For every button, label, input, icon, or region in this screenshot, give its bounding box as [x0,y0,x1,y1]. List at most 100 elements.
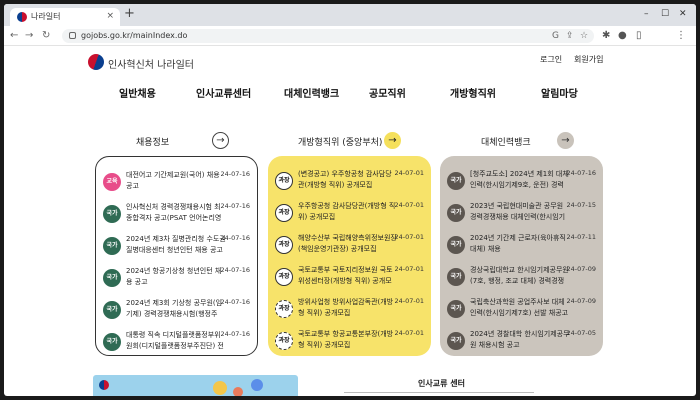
category-badge: 국가 [103,237,121,255]
new-tab-button[interactable]: + [124,7,135,21]
list-item[interactable]: 국가 [청주교도소] 2024년 제1회 대체인력(한시임기제9호, 운전) 경… [446,166,597,197]
category-badge: 국가 [103,205,121,223]
list-item[interactable]: 국가 인사혁신처 경력경쟁채용시험 최종합격자 공고(PSAT 언어논리영역, … [102,199,251,230]
category-badge: 과장 [275,332,293,350]
list-item[interactable]: 국가 2024년 제3회 기상청 공무원(임기제) 경력경쟁채용시험(행정주 2… [102,295,251,326]
item-title[interactable]: [청주교도소] 2024년 제1회 대체인력(한시임기제9호, 운전) 경력경쟁 [470,169,570,192]
tab-close-icon[interactable]: × [106,10,114,22]
item-title[interactable]: 대통령 직속 디지털플랫폼정부위원회(디지털플랫폼정부주진단) 전문 [126,330,226,353]
tab-strip: 나라일터 × + – ☐ ✕ [4,4,696,26]
item-title[interactable]: 국립축산과학원 공업주사보 대체인력(한시임기제7호) 선발 채공고 [470,297,570,320]
extensions-icon[interactable]: ✱ [602,29,610,42]
banner-illustration-icon [233,387,243,396]
close-window-icon[interactable]: ✕ [679,7,687,21]
list-item[interactable]: 과장 국토교통부 국토지리정보원 국토위성센터장(개방형 직위) 공개모집 24… [274,262,425,293]
url-text[interactable]: gojobs.go.kr/mainIndex.do [81,30,187,42]
list-item[interactable]: 과장 국토교통부 항공교통본부장(개방형 직위) 공개모집 24-07-01 [274,326,425,357]
banner-logo-icon [99,380,109,390]
list-item[interactable]: 국가 2024년 제3차 질병관리청 수도권질병대응센터 청년인턴 채용 공고 … [102,231,251,262]
promo-banner[interactable] [93,375,298,396]
item-title[interactable]: 2024년 기간제 근로자(육아휴직대체) 채용 [470,233,570,256]
item-title[interactable]: (변경공고) 우주항공청 감사담당관(개방형 직위) 공개모집 [298,169,398,192]
item-title[interactable]: 방위사업청 방위사업감독관(개방형 직위) 공개모집 [298,297,398,320]
item-title[interactable]: 인사혁신처 경력경쟁채용시험 최종합격자 공고(PSAT 언어논리영역, [126,202,226,225]
substitute-section-title: 대체인력뱅크 [481,138,531,148]
category-badge: 과장 [275,268,293,286]
item-title[interactable]: 국토교통부 항공교통본부장(개방형 직위) 공개모집 [298,329,398,352]
open-position-section-title: 개방형직위 (중앙부처) [298,138,383,148]
favicon-icon [17,12,27,22]
list-item[interactable]: 과장 우주항공청 감사담당관(개방형 직위) 공개모집 24-07-01 [274,198,425,229]
list-item[interactable]: 국가 2024년 항공기상청 청년인턴 채용 공고 24-07-16 [102,263,251,294]
browser-tab[interactable]: 나라일터 × [10,8,120,26]
site-info-icon[interactable] [69,32,76,39]
category-badge: 국가 [447,268,465,286]
main-navigation: 일반채용 인사교류센터 대체인력뱅크 공모직위 개방형직위 알림마당 [4,85,696,105]
government-logo-icon[interactable] [88,54,104,70]
substitute-more-arrow-icon[interactable]: → [557,132,574,149]
item-title[interactable]: 2024년 제3차 질병관리청 수도권질병대응센터 청년인턴 채용 공고 [126,234,226,257]
profile-icon[interactable]: ● [618,29,627,42]
sidepanel-icon[interactable]: ▯ [636,29,642,42]
item-title[interactable]: 대전어고 기간제교원(국어) 채용공고 [126,170,226,193]
category-badge: 국가 [447,236,465,254]
list-item[interactable]: 국가 국립축산과학원 공업주사보 대체인력(한시임기제7호) 선발 채공고 24… [446,294,597,325]
substitute-panel: 국가 [청주교도소] 2024년 제1회 대체인력(한시임기제9호, 운전) 경… [440,156,603,356]
category-badge: 국가 [447,172,465,190]
signup-link[interactable]: 회원가입 [574,54,603,65]
forward-icon[interactable]: → [25,29,33,42]
address-bar[interactable]: gojobs.go.kr/mainIndex.do G ⇪ ☆ [62,29,594,43]
banner-illustration-icon [251,379,263,391]
item-date: 24-07-05 [566,329,596,337]
list-item[interactable]: 과장 해양수산부 국립해양측위정보원장(책임운영기관장) 공개모집 24-07-… [274,230,425,261]
list-item[interactable]: 국가 2024년 경찰대학 한시임기제공무원 채용시험 공고 24-07-05 [446,326,597,357]
item-title[interactable]: 2024년 경찰대학 한시임기제공무원 채용시험 공고 [470,329,570,352]
item-date: 24-07-01 [394,233,424,241]
item-title[interactable]: 국토교통부 국토지리정보원 국토위성센터장(개방형 직위) 공개모집 [298,265,398,288]
item-date: 24-07-16 [220,330,250,338]
item-date: 24-07-09 [566,297,596,305]
item-title[interactable]: 해양수산부 국립해양측위정보원장(책임운영기관장) 공개모집 [298,233,398,256]
nav-substitute-bank[interactable]: 대체인력뱅크 [284,85,339,100]
list-item[interactable]: 교육 대전어고 기간제교원(국어) 채용공고 24-07-16 [102,167,251,198]
menu-dots-icon[interactable]: ⋮ [676,29,686,42]
item-date: 24-07-09 [566,265,596,273]
item-date: 24-07-16 [220,298,250,306]
item-title[interactable]: 2024년 항공기상청 청년인턴 채용 공고 [126,266,226,289]
recruit-more-arrow-icon[interactable]: → [212,132,229,149]
item-date: 24-07-01 [394,329,424,337]
login-link[interactable]: 로그인 [540,54,562,65]
list-item[interactable]: 과장 방위사업청 방위사업감독관(개방형 직위) 공개모집 24-07-01 [274,294,425,325]
category-badge: 국가 [447,332,465,350]
nav-notice[interactable]: 알림마당 [541,85,578,100]
list-item[interactable]: 과장 (변경공고) 우주항공청 감사담당관(개방형 직위) 공개모집 24-07… [274,166,425,197]
banner-illustration-icon [213,381,227,395]
item-title[interactable]: 경상국립대학교 한시임기제공무원(7호, 행정, 조교 대체) 경력경쟁채 [470,265,570,288]
item-title[interactable]: 2023년 국립현대미술관 공무원 경력경쟁채용 대체인력(한시임기제6 [470,201,570,224]
google-icon[interactable]: G [552,30,559,42]
nav-general-recruit[interactable]: 일반채용 [119,85,156,100]
item-title[interactable]: 우주항공청 감사담당관(개방형 직위) 공개모집 [298,201,398,224]
open-position-more-arrow-icon[interactable]: → [384,132,401,149]
nav-exchange-center[interactable]: 인사교류센터 [196,85,251,100]
share-icon[interactable]: ⇪ [566,30,574,42]
item-date: 24-07-16 [220,170,250,178]
minimize-icon[interactable]: – [644,7,649,21]
nav-open-competition[interactable]: 공모직위 [369,85,406,100]
list-item[interactable]: 국가 2023년 국립현대미술관 공무원 경력경쟁채용 대체인력(한시임기제6 … [446,198,597,229]
category-badge: 과장 [275,236,293,254]
category-badge: 국가 [447,300,465,318]
nav-open-position[interactable]: 개방형직위 [450,85,496,100]
item-title[interactable]: 2024년 제3회 기상청 공무원(임기제) 경력경쟁채용시험(행정주 [126,298,226,321]
item-date: 24-07-11 [566,233,596,241]
browser-window: 나라일터 × + – ☐ ✕ ← → ↻ gojobs.go.kr/mainIn… [4,4,696,396]
list-item[interactable]: 국가 경상국립대학교 한시임기제공무원(7호, 행정, 조교 대체) 경력경쟁채… [446,262,597,293]
list-item[interactable]: 국가 2024년 기간제 근로자(육아휴직대체) 채용 24-07-11 [446,230,597,261]
site-logo-text[interactable]: 인사혁신처 나라일터 [108,56,194,71]
reload-icon[interactable]: ↻ [42,29,50,42]
back-icon[interactable]: ← [10,29,18,42]
list-item[interactable]: 국가 대통령 직속 디지털플랫폼정부위원회(디지털플랫폼정부주진단) 전문 24… [102,327,251,358]
bookmark-star-icon[interactable]: ☆ [580,30,588,42]
maximize-icon[interactable]: ☐ [661,7,669,21]
item-date: 24-07-01 [394,265,424,273]
